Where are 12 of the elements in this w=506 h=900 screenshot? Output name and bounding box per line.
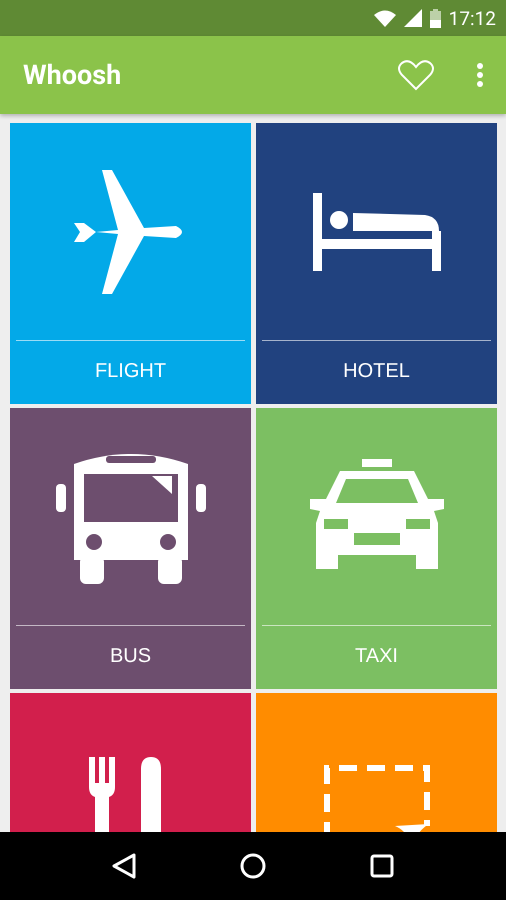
- back-icon[interactable]: [112, 853, 136, 879]
- bed-icon: [312, 192, 440, 270]
- category-tile[interactable]: HOTEL: [256, 123, 497, 404]
- dashed-frame-icon: [322, 764, 430, 832]
- recents-icon[interactable]: [370, 854, 394, 878]
- battery-icon: [430, 8, 441, 28]
- category-tile[interactable]: BUS: [10, 408, 251, 689]
- status-time: 17:12: [448, 6, 496, 30]
- signal-icon: [404, 9, 422, 27]
- app-title: Whoosh: [23, 59, 122, 91]
- home-icon[interactable]: [240, 853, 266, 879]
- wifi-icon: [374, 10, 396, 26]
